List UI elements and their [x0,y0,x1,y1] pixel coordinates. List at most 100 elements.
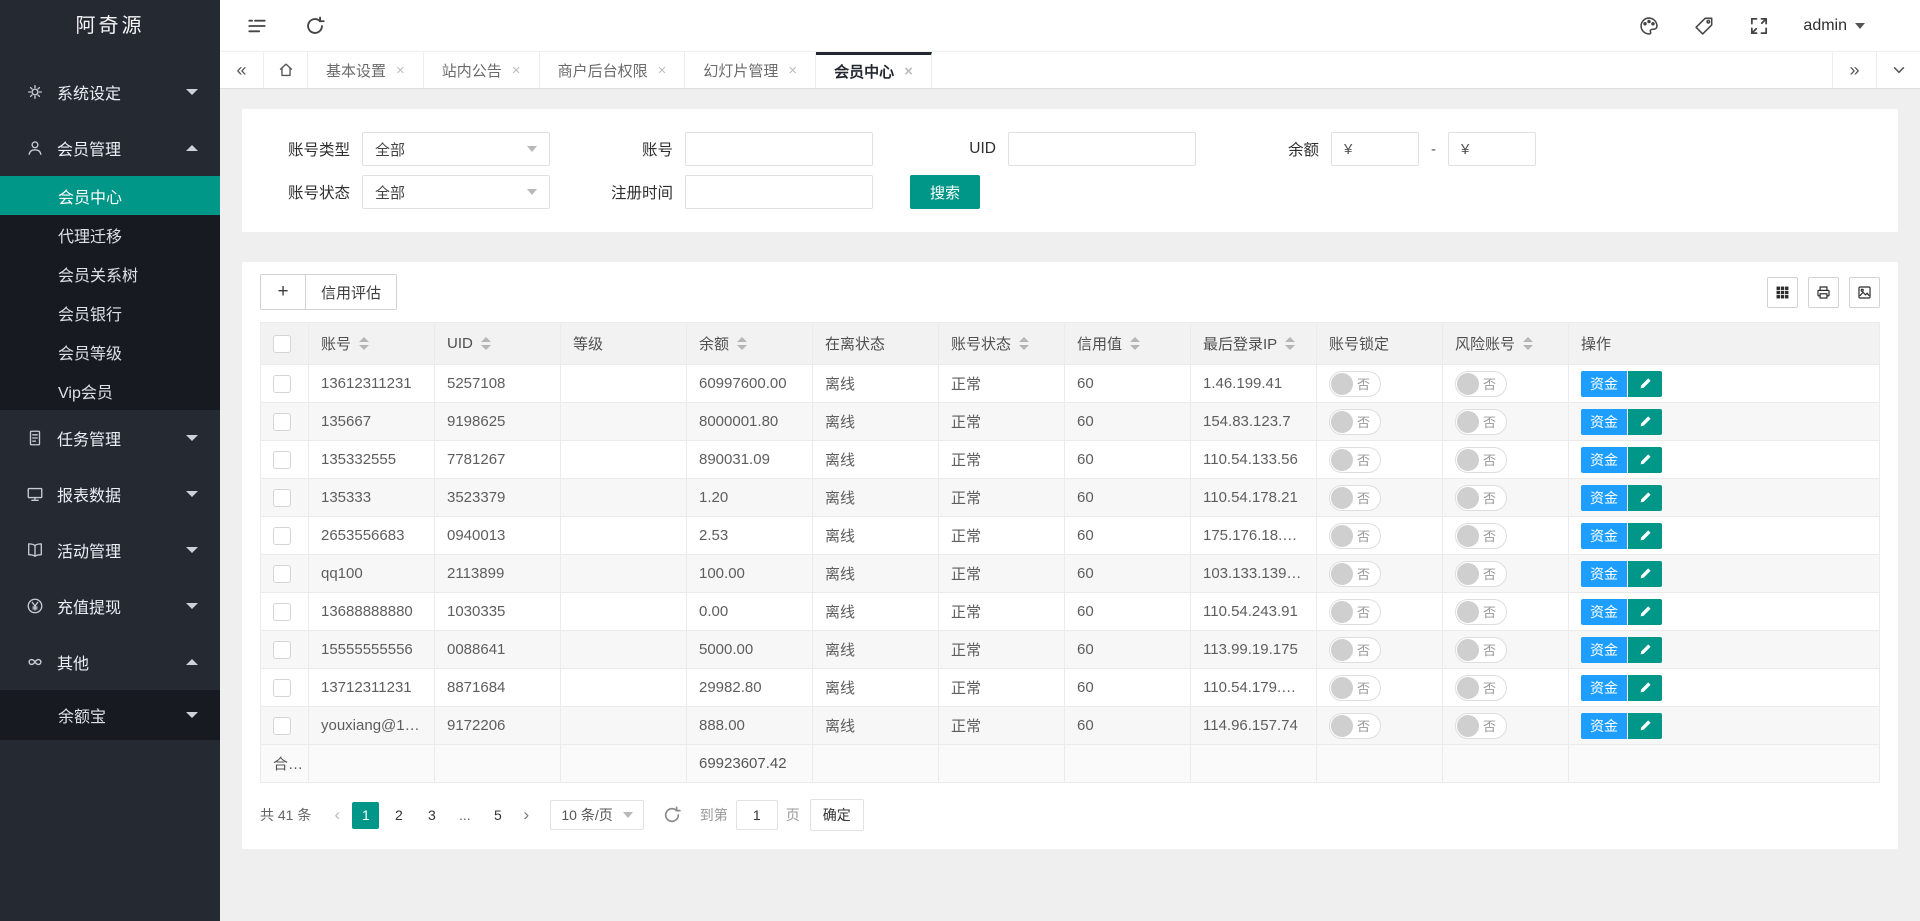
edit-button[interactable] [1628,637,1662,663]
sidebar-item[interactable]: Vip会员 [0,371,220,410]
account-lock-toggle[interactable]: 否 [1329,599,1381,625]
sort-icon[interactable] [481,337,491,350]
account-lock-toggle[interactable]: 否 [1329,523,1381,549]
filter-columns-button[interactable] [1767,277,1798,308]
risk-account-toggle[interactable]: 否 [1455,637,1507,663]
sort-icon[interactable] [1130,337,1140,350]
edit-button[interactable] [1628,561,1662,587]
risk-account-toggle[interactable]: 否 [1455,713,1507,739]
select-all-checkbox[interactable] [273,335,291,353]
page-number-button[interactable]: 3 [418,802,445,829]
sort-icon[interactable] [1285,337,1295,350]
add-member-button[interactable]: + [260,274,306,310]
sidebar-group-3[interactable]: 报表数据 [0,466,220,522]
fund-button[interactable]: 资金 [1581,561,1627,587]
row-checkbox[interactable] [273,565,291,583]
tab-1[interactable]: 站内公告× [424,52,540,88]
search-button[interactable]: 搜索 [910,175,980,209]
uid-input[interactable] [1008,132,1196,166]
column-header-balance[interactable]: 余额 [687,323,813,365]
risk-account-toggle[interactable]: 否 [1455,409,1507,435]
sidebar-item[interactable]: 余额宝 [0,690,220,740]
row-checkbox[interactable] [273,679,291,697]
sort-icon[interactable] [359,337,369,350]
account-lock-toggle[interactable]: 否 [1329,675,1381,701]
sidebar-group-6[interactable]: 其他 [0,634,220,690]
close-tab-icon[interactable]: × [396,62,405,79]
tab-0[interactable]: 基本设置× [308,52,424,88]
register-time-input[interactable] [685,175,873,209]
row-checkbox[interactable] [273,451,291,469]
column-header-credit[interactable]: 信用值 [1065,323,1191,365]
account-lock-toggle[interactable]: 否 [1329,561,1381,587]
print-button[interactable] [1808,277,1839,308]
risk-account-toggle[interactable]: 否 [1455,371,1507,397]
fund-button[interactable]: 资金 [1581,637,1627,663]
row-checkbox[interactable] [273,603,291,621]
fund-button[interactable]: 资金 [1581,713,1627,739]
edit-button[interactable] [1628,447,1662,473]
sidebar-group-2[interactable]: 任务管理 [0,410,220,466]
balance-min-input[interactable] [1331,132,1419,166]
column-header-account_status[interactable]: 账号状态 [939,323,1065,365]
tabs-menu-button[interactable] [1876,52,1920,88]
account-input[interactable] [685,132,873,166]
row-checkbox[interactable] [273,641,291,659]
credit-evaluate-button[interactable]: 信用评估 [305,274,397,310]
sort-icon[interactable] [737,337,747,350]
collapse-sidebar-icon[interactable] [246,15,268,37]
balance-max-input[interactable] [1448,132,1536,166]
tag-icon[interactable] [1693,15,1715,37]
fund-button[interactable]: 资金 [1581,523,1627,549]
edit-button[interactable] [1628,713,1662,739]
column-header-risk[interactable]: 风险账号 [1443,323,1569,365]
sidebar-item[interactable]: 代理迁移 [0,215,220,254]
account-lock-toggle[interactable]: 否 [1329,713,1381,739]
column-header-uid[interactable]: UID [435,323,561,365]
risk-account-toggle[interactable]: 否 [1455,523,1507,549]
row-checkbox[interactable] [273,413,291,431]
edit-button[interactable] [1628,485,1662,511]
fund-button[interactable]: 资金 [1581,675,1627,701]
fund-button[interactable]: 资金 [1581,599,1627,625]
account-type-select[interactable]: 全部 [362,132,550,166]
prev-page-button[interactable]: ‹ [325,805,349,825]
page-number-button[interactable]: 2 [385,802,412,829]
sort-icon[interactable] [1019,337,1029,350]
sidebar-group-1[interactable]: 会员管理 [0,120,220,176]
row-checkbox[interactable] [273,717,291,735]
user-menu[interactable]: admin [1803,17,1865,35]
account-lock-toggle[interactable]: 否 [1329,485,1381,511]
row-checkbox[interactable] [273,489,291,507]
edit-button[interactable] [1628,523,1662,549]
fund-button[interactable]: 资金 [1581,485,1627,511]
edit-button[interactable] [1628,371,1662,397]
risk-account-toggle[interactable]: 否 [1455,599,1507,625]
confirm-page-button[interactable]: 确定 [810,799,864,831]
goto-page-input[interactable] [736,800,778,830]
fund-button[interactable]: 资金 [1581,409,1627,435]
sidebar-item[interactable]: 会员等级 [0,332,220,371]
account-status-select[interactable]: 全部 [362,175,550,209]
sidebar-group-4[interactable]: 活动管理 [0,522,220,578]
fullscreen-icon[interactable] [1748,15,1770,37]
page-number-button[interactable]: 1 [352,802,379,829]
column-header-account[interactable]: 账号 [309,323,435,365]
risk-account-toggle[interactable]: 否 [1455,561,1507,587]
risk-account-toggle[interactable]: 否 [1455,675,1507,701]
sidebar-item[interactable]: 会员银行 [0,293,220,332]
risk-account-toggle[interactable]: 否 [1455,447,1507,473]
home-tab-button[interactable] [264,52,308,88]
tab-3[interactable]: 幻灯片管理× [685,52,816,88]
sidebar-item[interactable]: 会员关系树 [0,254,220,293]
sidebar-group-0[interactable]: 系统设定 [0,64,220,120]
account-lock-toggle[interactable]: 否 [1329,409,1381,435]
column-header-last_ip[interactable]: 最后登录IP [1191,323,1317,365]
edit-button[interactable] [1628,599,1662,625]
sidebar-item[interactable]: 会员中心 [0,176,220,215]
account-lock-toggle[interactable]: 否 [1329,447,1381,473]
theme-icon[interactable] [1638,15,1660,37]
tabs-scroll-right-button[interactable]: » [1832,52,1876,88]
next-page-button[interactable]: › [514,805,538,825]
account-lock-toggle[interactable]: 否 [1329,371,1381,397]
